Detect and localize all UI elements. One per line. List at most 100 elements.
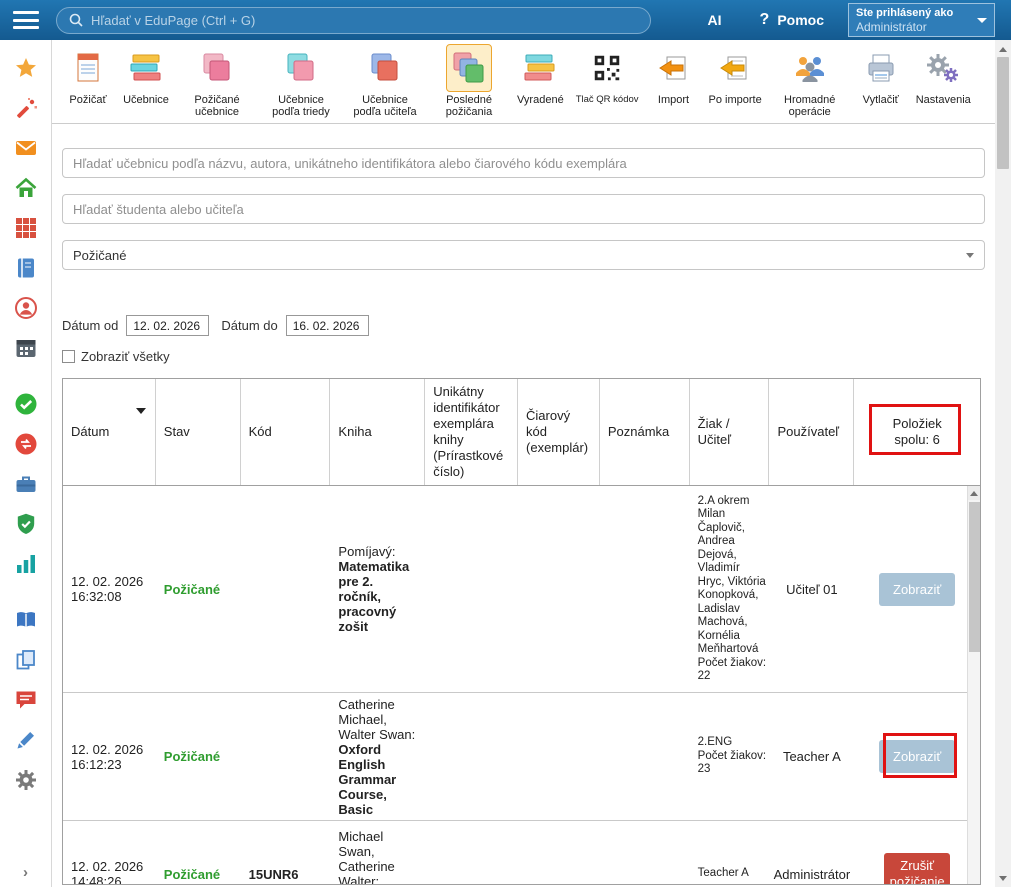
substitution-icon[interactable] — [12, 430, 40, 457]
page-scrollbar[interactable] — [995, 40, 1011, 887]
uid-cell — [425, 693, 518, 820]
col-header-kniha[interactable]: Kniha — [330, 379, 425, 485]
chat-icon[interactable] — [12, 686, 40, 713]
toolbar-item-label: Učebnice — [123, 94, 169, 106]
date-cell: 12. 02. 202616:12:23 — [63, 693, 156, 820]
import-icon — [651, 44, 697, 92]
library-toolbar: Požičať Učebnice Požičané učebnice Učebn… — [52, 40, 995, 123]
toolbar-item-label: Učebnice podľa triedy — [265, 94, 337, 118]
magic-wand-icon[interactable] — [12, 94, 40, 121]
search-input[interactable] — [91, 13, 638, 28]
scroll-up-arrow — [995, 41, 1011, 57]
note-cell — [600, 486, 690, 692]
check-circle-icon[interactable] — [12, 390, 40, 417]
ai-button[interactable]: AI — [708, 12, 722, 28]
loans-table: Dátum Stav Kód Kniha Unikátny identifiká… — [62, 378, 981, 885]
library-icon[interactable] — [12, 606, 40, 633]
person-icon[interactable] — [12, 294, 40, 321]
col-header-pouzivatel[interactable]: Používateľ — [769, 379, 854, 485]
book-cell: Pomíjavý: Matematika pre 2. ročník, prac… — [330, 486, 425, 692]
mail-icon[interactable] — [12, 134, 40, 161]
book-cell: Michael Swan, Catherine Walter: Oxford E… — [330, 821, 425, 885]
zrusit-pozicanie-button[interactable]: Zrušiť požičanie — [884, 853, 950, 885]
toolbar-item-nastavenia[interactable]: Nastavenia — [916, 44, 971, 106]
toolbar-item-ucebnice[interactable]: Učebnice — [123, 44, 169, 106]
toolbar-item-pozicat[interactable]: Požičať — [65, 44, 111, 106]
date-to-input[interactable] — [286, 315, 369, 336]
show-all-row: Zobraziť všetky — [62, 349, 985, 364]
shield-icon[interactable] — [12, 510, 40, 537]
after-import-icon — [712, 44, 758, 92]
pen-icon[interactable] — [12, 726, 40, 753]
topbar: AI ? Pomoc Ste prihlásený ako Administrá… — [0, 0, 1011, 40]
toolbar-item-tlac-qr-kodov[interactable]: Tlač QR kódov — [576, 44, 639, 106]
triangle-up-icon — [999, 47, 1007, 52]
table-scrollbar[interactable] — [967, 486, 980, 884]
code-cell: 15UNR6 — [241, 821, 331, 885]
print-icon — [858, 44, 904, 92]
table-row-2: 12. 02. 202616:12:23 Požičané Catherine … — [63, 693, 980, 821]
scroll-up-arrow[interactable] — [968, 486, 980, 500]
gear-icon[interactable] — [12, 766, 40, 793]
book-search-input[interactable] — [62, 148, 985, 178]
borrow-icon — [65, 44, 111, 92]
toolbar-item-label: Učebnice podľa učiteľa — [349, 94, 421, 118]
col-header-ciarovy-kod[interactable]: Čiarový kód (exemplár) — [518, 379, 600, 485]
user-info: Ste prihlásený ako Administrátor — [856, 7, 977, 34]
table-body: 12. 02. 202616:32:08 Požičané Pomíjavý: … — [63, 486, 980, 885]
page-scrollbar-thumb[interactable] — [997, 57, 1009, 169]
note-cell — [600, 821, 690, 885]
col-header-unikatny-identifikator[interactable]: Unikátny identifikátor exemplára knihy (… — [425, 379, 518, 485]
toolbar-item-posledne-pozicania[interactable]: Posledné požičania — [433, 44, 505, 118]
chevron-down-icon — [966, 253, 974, 258]
date-from-input[interactable] — [126, 315, 209, 336]
col-header-poznamka[interactable]: Poznámka — [600, 379, 690, 485]
toolbar-item-po-importe[interactable]: Po importe — [709, 44, 762, 106]
user-menu[interactable]: Ste prihlásený ako Administrátor — [848, 3, 995, 37]
status-cell: Požičané — [156, 693, 241, 820]
toolbar-item-vyradene[interactable]: Vyradené — [517, 44, 564, 106]
home-icon[interactable] — [12, 174, 40, 201]
table-row-3: 12. 02. 202614:48:26 Požičané 15UNR6 Mic… — [63, 821, 980, 885]
help-button[interactable]: ? Pomoc — [760, 11, 824, 29]
menu-icon[interactable] — [13, 11, 39, 29]
status-cell: Požičané — [156, 486, 241, 692]
barcode-cell — [518, 486, 600, 692]
toolbar-item-hromadne-operacie[interactable]: Hromadné operácie — [774, 44, 846, 118]
toolbar-item-pozicane-ucebnice[interactable]: Požičané učebnice — [181, 44, 253, 118]
star-icon[interactable] — [12, 54, 40, 81]
show-all-checkbox[interactable] — [62, 350, 75, 363]
toolbar-item-vytlacit[interactable]: Vytlačiť — [858, 44, 904, 106]
status-filter-select[interactable]: Požičané — [62, 240, 985, 270]
textbooks-by-teacher-icon — [362, 44, 408, 92]
student-cell: 2.A okrem Milan Čaplovič, Andrea Dejová,… — [690, 486, 770, 692]
search-icon — [69, 13, 83, 27]
calendar-icon[interactable] — [12, 334, 40, 361]
scroll-down-arrow[interactable] — [995, 870, 1011, 886]
briefcase-icon[interactable] — [12, 470, 40, 497]
col-header-kod[interactable]: Kód — [241, 379, 331, 485]
timetable-icon[interactable] — [12, 214, 40, 241]
col-header-ziak-ucitel[interactable]: Žiak / Učiteľ — [690, 379, 770, 485]
col-header-stav[interactable]: Stav — [156, 379, 241, 485]
notebook-icon[interactable] — [12, 254, 40, 281]
sidebar-expand-chevron[interactable]: › — [23, 864, 28, 881]
barcode-cell — [518, 693, 600, 820]
toolbar-item-ucebnice-podla-ucitela[interactable]: Učebnice podľa učiteľa — [349, 44, 421, 118]
toolbar-item-label: Nastavenia — [916, 94, 971, 106]
action-cell: Zrušiť požičanie — [854, 821, 980, 885]
sort-desc-icon[interactable] — [136, 408, 146, 414]
zobrazit-button[interactable]: Zobraziť — [879, 740, 955, 773]
col-header-datum[interactable]: Dátum — [63, 379, 156, 485]
help-label: Pomoc — [777, 12, 824, 28]
toolbar-item-import[interactable]: Import — [651, 44, 697, 106]
toolbar-item-ucebnice-podla-triedy[interactable]: Učebnice podľa triedy — [265, 44, 337, 118]
zobrazit-button[interactable]: Zobraziť — [879, 573, 955, 606]
table-scrollbar-thumb[interactable] — [969, 502, 980, 652]
borrowed-textbooks-icon — [194, 44, 240, 92]
toolbar-item-label: Požičať — [69, 94, 106, 106]
person-search-input[interactable] — [62, 194, 985, 224]
settings-icon — [920, 44, 966, 92]
documents-icon[interactable] — [12, 646, 40, 673]
chart-icon[interactable] — [12, 550, 40, 577]
